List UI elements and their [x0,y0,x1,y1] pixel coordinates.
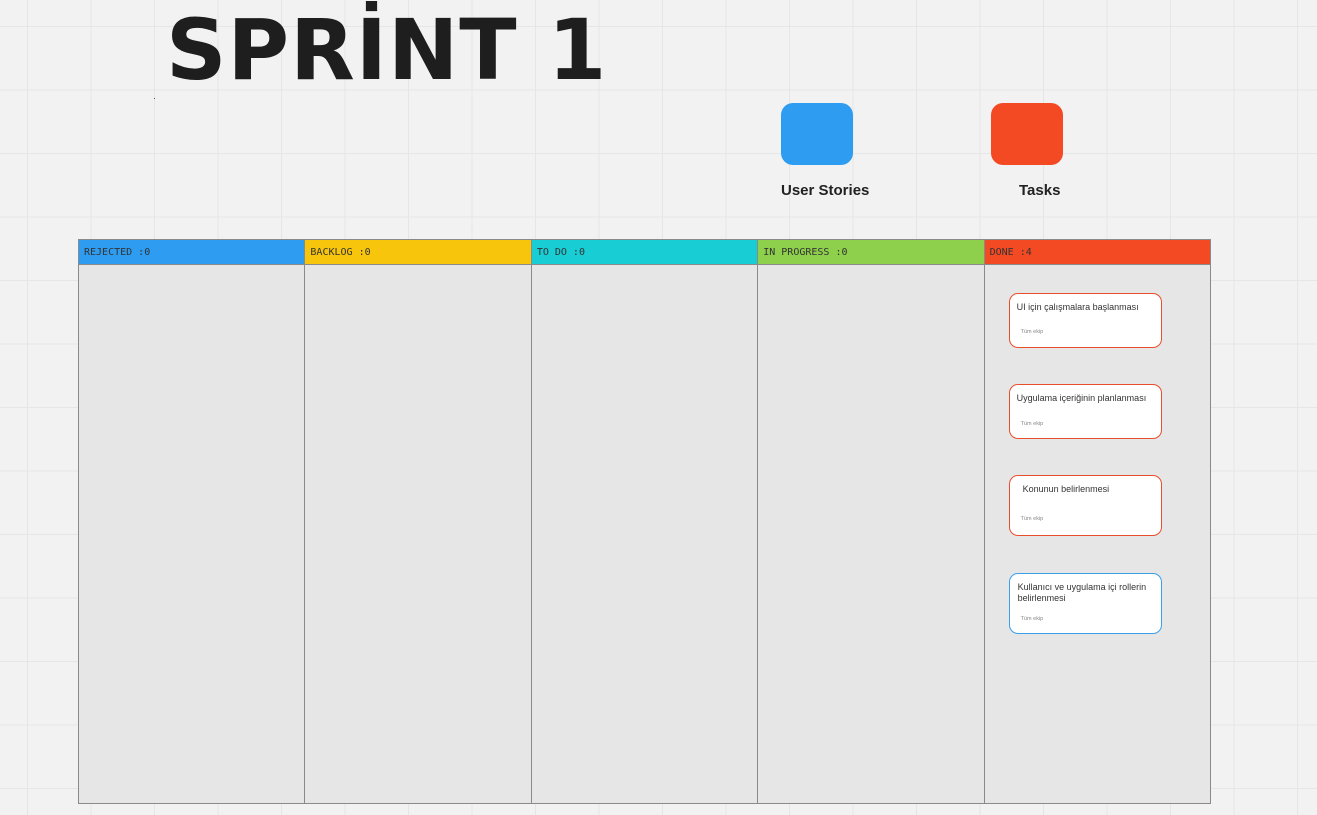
card-title: Kullanıcı ve uygulama içi rollerin belir… [1017,582,1147,603]
column-rejected: REJECTED :0 [79,240,306,803]
legend-label-user-stories: User Stories [781,182,870,199]
column-header-rejected: REJECTED :0 [79,240,305,265]
column-header-backlog: BACKLOG :0 [305,240,531,265]
card-topic-selection[interactable]: Konunun belirlenmesi Tüm ekip [1008,475,1162,536]
legend-swatch-tasks [991,103,1063,165]
legend-swatch-user-stories [781,103,853,165]
stray-dot [154,98,155,99]
card-title: Uygulama içeriğinin planlanması [1016,393,1147,403]
card-title: Konunun belirlenmesi [1022,484,1110,494]
card-owner: Tüm ekip [1020,516,1044,522]
kanban-board: REJECTED :0 BACKLOG :0 TO DO :0 IN PROGR… [78,239,1211,804]
card-roles-definition[interactable]: Kullanıcı ve uygulama içi rollerin belir… [1008,573,1162,634]
card-ui-work[interactable]: UI için çalışmalara başlanması Tüm ekip [1008,293,1162,348]
column-todo: TO DO :0 [531,240,759,803]
legend-label-tasks: Tasks [1019,182,1061,199]
column-in-progress: IN PROGRESS :0 [758,240,985,803]
column-backlog: BACKLOG :0 [305,240,532,803]
card-owner: Tüm ekip [1020,329,1044,335]
column-done: DONE :4 UI için çalışmalara başlanması T… [984,240,1211,803]
card-title: UI için çalışmalara başlanması [1016,302,1139,312]
card-owner: Tüm ekip [1020,616,1044,622]
column-header-done: DONE :4 [984,240,1211,265]
card-owner: Tüm ekip [1020,421,1044,427]
card-content-planning[interactable]: Uygulama içeriğinin planlanması Tüm ekip [1008,384,1162,439]
column-header-todo: TO DO :0 [531,240,758,265]
page-title: SPRİNT 1 [166,1,608,99]
column-header-in-progress: IN PROGRESS :0 [758,240,984,265]
